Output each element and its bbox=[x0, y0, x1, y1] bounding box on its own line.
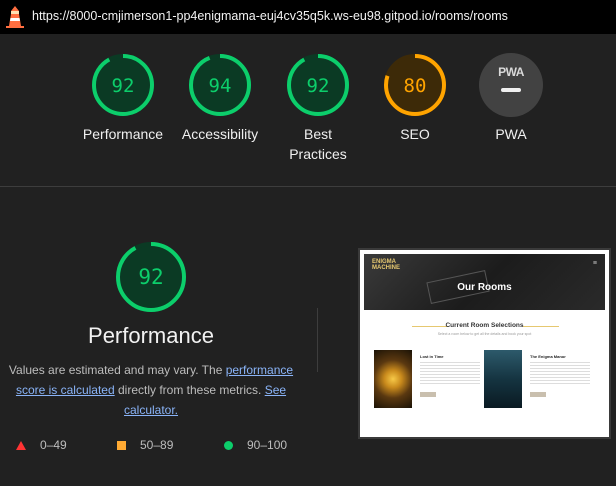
pwa-badge-text: PWA bbox=[498, 65, 524, 79]
gauge-best-practices-ring: 92 bbox=[287, 54, 349, 116]
thumb-section-title: Current Room Selections bbox=[445, 322, 524, 329]
thumb-card-1-image bbox=[374, 350, 412, 408]
thumb-card-1-button bbox=[420, 392, 436, 397]
thumb-card-2-text bbox=[530, 360, 590, 384]
gauge-best-practices[interactable]: 92 Best Practices bbox=[263, 52, 373, 164]
page-url[interactable]: https://8000-cmjimerson1-pp4enigmama-euj… bbox=[32, 9, 508, 23]
dash-icon bbox=[501, 88, 521, 92]
thumb-card-1-text bbox=[420, 360, 480, 384]
main-performance-value: 92 bbox=[138, 265, 163, 289]
thumb-card-2-image bbox=[484, 350, 522, 408]
gauge-accessibility-label: Accessibility bbox=[181, 126, 259, 142]
desc-text-pre: Values are estimated and may vary. The bbox=[8, 363, 226, 377]
pwa-badge: PWA bbox=[479, 53, 543, 117]
gauge-performance-value: 92 bbox=[112, 75, 135, 97]
thumb-card-2-button bbox=[530, 392, 546, 397]
gauge-performance-label: Performance bbox=[82, 126, 164, 142]
gauge-performance[interactable]: 92 Performance bbox=[68, 52, 178, 144]
legend-pass: 90–100 bbox=[224, 438, 287, 452]
circle-icon bbox=[224, 440, 233, 450]
thumb-logo-line2: MACHINE bbox=[372, 265, 400, 271]
gauge-pwa-label: PWA bbox=[495, 126, 527, 142]
thumb-card-1: Lost in Time bbox=[374, 350, 482, 414]
gauge-best-practices-value: 92 bbox=[307, 75, 330, 97]
main-performance-title: Performance bbox=[88, 323, 214, 348]
gauge-pwa[interactable]: PWA PWA bbox=[456, 52, 566, 144]
thumb-hero: ENIGMA MACHINE ≡ Our Rooms bbox=[364, 254, 605, 310]
legend-fail: 0–49 bbox=[16, 438, 67, 452]
legend-pass-range: 90–100 bbox=[247, 438, 288, 452]
section-divider bbox=[0, 186, 616, 187]
performance-description: Values are estimated and may vary. The p… bbox=[4, 360, 298, 420]
final-screenshot-thumbnail[interactable]: ENIGMA MACHINE ≡ Our Rooms Current Room … bbox=[358, 248, 611, 439]
thumb-section-subtitle: Select a room below to get all the detai… bbox=[437, 332, 532, 336]
desc-text-mid: directly from these metrics. bbox=[114, 383, 265, 397]
gauge-seo-ring: 80 bbox=[384, 54, 446, 116]
gauge-accessibility[interactable]: 94 Accessibility bbox=[165, 52, 275, 144]
hamburger-icon: ≡ bbox=[592, 260, 597, 267]
legend-average-range: 50–89 bbox=[140, 438, 174, 452]
url-bar: https://8000-cmjimerson1-pp4enigmama-euj… bbox=[0, 0, 616, 34]
vertical-separator bbox=[317, 308, 318, 372]
lighthouse-logo-icon bbox=[6, 6, 24, 28]
thumb-hero-title: Our Rooms bbox=[457, 282, 512, 293]
square-icon bbox=[117, 440, 126, 450]
main-performance-gauge: 92 bbox=[116, 242, 186, 312]
gauge-seo-label: SEO bbox=[400, 126, 430, 142]
thumb-card-2: The Enigma Manor bbox=[484, 350, 592, 414]
gauge-accessibility-value: 94 bbox=[209, 75, 232, 97]
legend-fail-range: 0–49 bbox=[40, 438, 67, 452]
thumb-logo: ENIGMA MACHINE bbox=[372, 259, 400, 271]
triangle-icon bbox=[16, 440, 26, 450]
thumb-card-1-title: Lost in Time bbox=[420, 354, 444, 359]
gauge-seo-value: 80 bbox=[404, 75, 427, 97]
gauge-accessibility-ring: 94 bbox=[189, 54, 251, 116]
legend-average: 50–89 bbox=[117, 438, 173, 452]
gauge-performance-ring: 92 bbox=[92, 54, 154, 116]
gauge-best-practices-label: Best Practices bbox=[289, 126, 347, 162]
thumb-card-2-title: The Enigma Manor bbox=[530, 354, 566, 359]
gauge-seo[interactable]: 80 SEO bbox=[360, 52, 470, 144]
